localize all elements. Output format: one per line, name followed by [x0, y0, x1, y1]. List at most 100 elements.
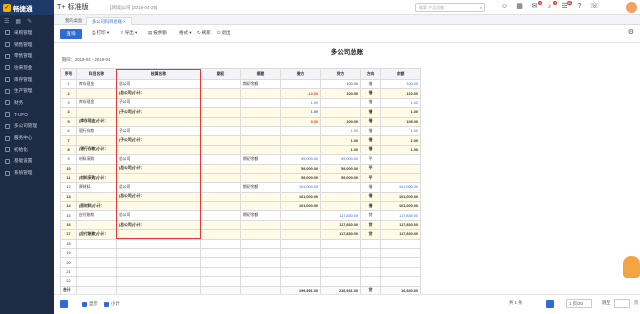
cell-dir: 借 [360, 107, 381, 118]
table-row[interactable]: 2 (总公司)小计： -10.00 100.00 借 110.00 [60, 88, 421, 99]
gear-icon[interactable]: ⚙ [628, 28, 634, 36]
export-button[interactable]: ⇪导出 ▾ [120, 30, 137, 36]
sidebar-item-multicompany[interactable]: 多公司管理 [0, 121, 54, 133]
table-row[interactable]: 9 材料采购 总公司 期初余额 59,000.00 59,000.00 平 [60, 154, 421, 165]
table-row[interactable]: 19 [60, 248, 421, 259]
grid-icon[interactable]: ▦ [15, 18, 21, 25]
table-row[interactable]: 15 应付账款 总公司 期初余额 117,830.00 贷 117,830.00 [60, 210, 421, 221]
exit-icon: ⏻ [217, 30, 221, 35]
col-balance[interactable]: 余额 [380, 68, 421, 80]
calendar-icon[interactable]: ▦ [515, 2, 524, 12]
service-icon[interactable]: ☏ [590, 2, 599, 12]
sidebar-item-retail[interactable]: 零售管理 [0, 50, 54, 62]
sidebar-item-inventory[interactable]: 库存管理 [0, 74, 54, 86]
user-icon[interactable]: ☺ [500, 2, 509, 12]
sidebar-item-cash[interactable]: 往来现金 [0, 62, 54, 74]
sidebar-item-finance[interactable]: 财务 [0, 97, 54, 109]
mascot-icon[interactable] [623, 256, 640, 278]
cell-subject: (原材料)小计： [76, 201, 117, 212]
table-row[interactable]: 8 (银行存款)小计： 1.00 借 1.00 [60, 144, 421, 156]
col-subject[interactable]: 科目名称 [76, 68, 117, 80]
col-debit[interactable]: 借方 [280, 68, 321, 80]
show-checkbox[interactable]: 显示 [82, 301, 98, 307]
table-row[interactable]: 3 库存现金 子公司 1.00 借 1.00 [60, 97, 421, 109]
cell-subject: (库存现金)小计： [76, 116, 117, 127]
table-row[interactable]: 20 [60, 257, 421, 268]
table-row[interactable]: 11 (材料采购)小计： 59,000.00 59,000.00 平 [60, 172, 421, 184]
edit-icon[interactable]: ✎ [27, 18, 32, 25]
goto-input[interactable] [614, 299, 630, 308]
col-credit[interactable]: 贷方 [320, 68, 361, 80]
sidebar-item-basic[interactable]: 基础设置 [0, 156, 54, 168]
cell-subject [76, 163, 117, 174]
balance-button[interactable]: ▤按余额 [148, 30, 167, 36]
sidebar-item-system[interactable]: 系统管理 [0, 167, 54, 179]
col-company[interactable]: 核算名称 [116, 68, 201, 80]
settings-icon [5, 158, 10, 164]
table-row[interactable]: 1 库存现金 总公司 期初余额 100.00 借 100.00 [60, 78, 421, 90]
cell-no: 19 [60, 248, 77, 259]
exit-button[interactable]: ⏻退出 [217, 30, 231, 36]
sidebar-item-tufo[interactable]: T-UFO [0, 109, 54, 121]
table-row[interactable]: 4 (子公司)小计： 1.00 借 1.00 [60, 107, 421, 118]
cash-icon [5, 65, 10, 71]
bell-badge: 2 [553, 1, 557, 5]
search-input[interactable]: 搜索·产品功能 ⌕ [415, 3, 485, 12]
col-init[interactable]: 期初 [200, 68, 241, 80]
bell-icon[interactable]: ♪ 2 [545, 1, 557, 12]
cell-no: 20 [60, 257, 77, 268]
cell-company [116, 116, 201, 127]
top-bar: ✓ 畅捷通 T+ 标准版 [测试]公司 [2019-04-29] 搜索·产品功能 ⌕… [0, 0, 640, 15]
cell-company: (总公司)小计： [116, 191, 201, 203]
table-row[interactable]: 22 [60, 276, 421, 287]
table-row[interactable]: 10 (总公司)小计： 59,000.00 59,000.00 平 [60, 163, 421, 174]
refresh-button[interactable]: ↻刷新 [197, 30, 211, 36]
col-direction[interactable]: 方向 [360, 68, 381, 80]
cell-credit: 100.00 [320, 78, 361, 90]
sidebar-item-purchase[interactable]: 采购管理 [0, 27, 54, 39]
sidebar-item-production[interactable]: 生产管理 [0, 85, 54, 97]
cell-init [200, 191, 241, 203]
page-size-select[interactable]: 1 页/20 [566, 299, 592, 308]
avatar[interactable] [626, 2, 637, 13]
cell-summary [240, 191, 281, 203]
sidebar-item-service[interactable]: 服务中心 [0, 132, 54, 144]
cell-company [116, 201, 201, 212]
sidebar-item-sales[interactable]: 销售管理 [0, 39, 54, 51]
message-icon[interactable]: ✉ 6 [530, 1, 542, 12]
table-row[interactable]: 7 (子公司)小计： 1.00 借 1.00 [60, 135, 421, 146]
cell-balance [380, 154, 421, 165]
layout-icon[interactable] [60, 300, 68, 308]
col-summary[interactable]: 摘要 [240, 68, 281, 80]
table-row[interactable]: 6 银行存款 子公司 1.00 借 1.00 [60, 125, 421, 137]
cell-summary [240, 88, 281, 99]
table-row[interactable]: 17 (应付账款)小计： 117,830.00 贷 117,830.00 [60, 229, 421, 240]
help-icon[interactable]: ? [575, 2, 584, 12]
page-1-button[interactable] [546, 300, 554, 308]
table-row[interactable]: 12 原材料 总公司 期初余额 101,000.00 借 101,000.00 [60, 182, 421, 193]
cell-init [200, 229, 241, 240]
cell-summary [240, 172, 281, 184]
cell-credit [320, 266, 361, 278]
tab-desktop[interactable]: 我的桌面 [60, 17, 87, 25]
cell-company [116, 266, 201, 278]
table-row[interactable]: 21 [60, 266, 421, 278]
subtotal-checkbox[interactable]: 小计 [104, 301, 120, 307]
table-row[interactable]: 18 [60, 238, 421, 250]
menu-icon[interactable]: ☰ [4, 18, 9, 25]
tab-multicompany-ledger[interactable]: 多公司科目总账 × [86, 16, 132, 25]
sidebar-item-init[interactable]: 初始化 [0, 144, 54, 156]
table-row[interactable]: 14 (原材料)小计： 101,000.00 借 101,000.00 [60, 201, 421, 212]
cell-init [200, 163, 241, 174]
cell-summary [240, 229, 281, 240]
col-no[interactable]: 序号 [60, 68, 77, 80]
print-button[interactable]: ⎙打印 ▾ [92, 30, 109, 36]
table-row[interactable]: 16 (总公司)小计： 117,830.00 贷 117,830.00 [60, 219, 421, 231]
table-row[interactable]: 5 (库存现金)小计： 9.00 100.00 借 105.00 [60, 116, 421, 127]
notice-icon[interactable]: ☰ 99 [560, 1, 572, 12]
cell-debit [280, 210, 321, 221]
table-row[interactable]: 13 (总公司)小计： 101,000.00 借 101,000.00 [60, 191, 421, 203]
checkbox-checked-icon [82, 301, 87, 307]
query-button[interactable]: 查询 [60, 29, 82, 39]
format-button[interactable]: 格式 ▾ [179, 30, 192, 36]
